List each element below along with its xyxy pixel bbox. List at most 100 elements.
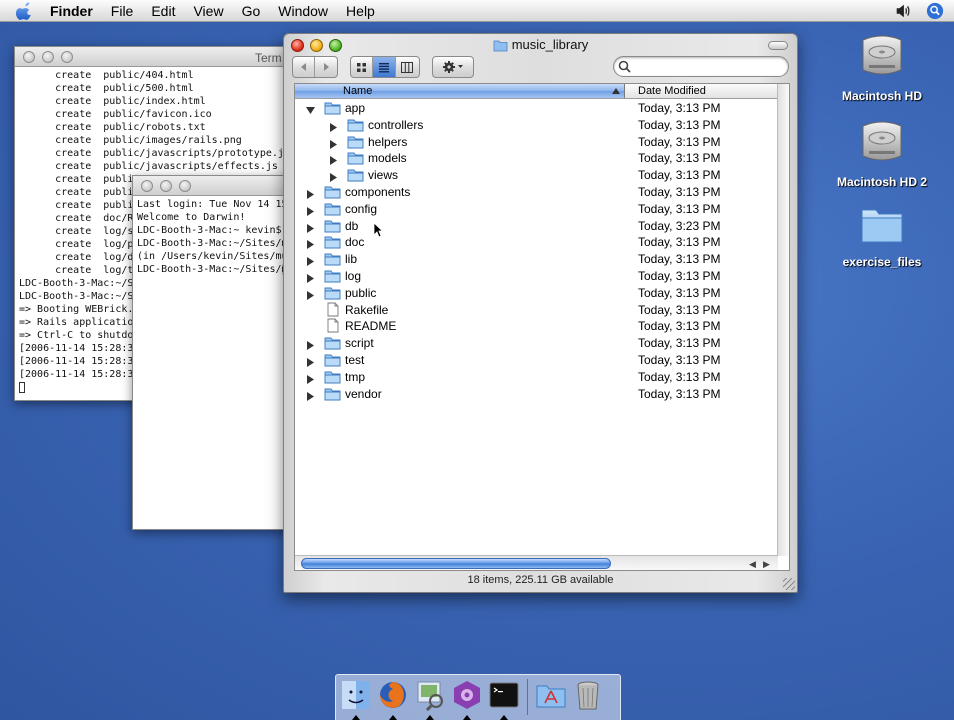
disclosure-triangle-closed-icon[interactable] xyxy=(306,373,315,384)
gear-icon xyxy=(443,61,463,73)
file-list-row[interactable]: helpers Today, 3:13 PM xyxy=(295,134,778,151)
disclosure-triangle-closed-icon[interactable] xyxy=(306,272,315,283)
finder-window[interactable]: music_library Name Date Modified app Tod… xyxy=(283,33,798,593)
zoom-button[interactable] xyxy=(179,180,191,192)
folder-icon xyxy=(324,285,341,300)
close-button[interactable] xyxy=(23,51,35,63)
disclosure-triangle-closed-icon[interactable] xyxy=(306,188,315,199)
minimize-button[interactable] xyxy=(42,51,54,63)
file-list-row[interactable]: models Today, 3:13 PM xyxy=(295,150,778,167)
terminal-titlebar[interactable]: Term xyxy=(15,47,303,67)
file-list-row[interactable]: config Today, 3:13 PM xyxy=(295,201,778,218)
desktop-icon-macintosh-hd[interactable]: Macintosh HD xyxy=(827,30,937,103)
horizontal-scrollbar[interactable]: ◀ ▶ xyxy=(295,555,778,570)
menu-go[interactable]: Go xyxy=(233,0,270,22)
menu-edit[interactable]: Edit xyxy=(142,0,184,22)
terminal-line: (in /Users/kevin/Sites/mus xyxy=(137,251,292,262)
file-list-row[interactable]: public Today, 3:13 PM xyxy=(295,285,778,302)
file-list[interactable]: Name Date Modified app Today, 3:13 PM cont… xyxy=(294,83,790,571)
document-icon xyxy=(324,318,341,333)
file-list-row[interactable]: controllers Today, 3:13 PM xyxy=(295,117,778,134)
dock-firefox[interactable] xyxy=(377,679,409,720)
action-menu-button[interactable] xyxy=(432,56,474,78)
disclosure-triangle-closed-icon[interactable] xyxy=(306,390,315,401)
menu-view[interactable]: View xyxy=(184,0,232,22)
file-list-row[interactable]: views Today, 3:13 PM xyxy=(295,167,778,184)
date-modified: Today, 3:13 PM xyxy=(638,235,721,250)
file-list-row[interactable]: components Today, 3:13 PM xyxy=(295,184,778,201)
scroll-thumb[interactable] xyxy=(301,558,611,569)
terminal-line: create public/javascripts/effects.js xyxy=(19,161,278,172)
file-list-row[interactable]: test Today, 3:13 PM xyxy=(295,352,778,369)
file-list-row[interactable]: doc Today, 3:13 PM xyxy=(295,234,778,251)
forward-arrow-icon xyxy=(324,63,329,71)
minimize-button[interactable] xyxy=(160,180,172,192)
desktop-icon-macintosh-hd-2[interactable]: Macintosh HD 2 xyxy=(827,116,937,189)
desktop-icon-label: Macintosh HD 2 xyxy=(836,175,927,189)
dock-finder[interactable] xyxy=(340,679,372,720)
dock-terminal[interactable] xyxy=(488,679,520,720)
finder-titlebar[interactable]: music_library xyxy=(284,34,797,56)
disclosure-triangle-closed-icon[interactable] xyxy=(329,171,338,183)
disclosure-triangle-closed-icon[interactable] xyxy=(306,356,315,367)
date-modified: Today, 3:23 PM xyxy=(638,218,721,233)
file-list-row[interactable]: lib Today, 3:13 PM xyxy=(295,251,778,268)
scroll-right-arrow-icon[interactable]: ▶ xyxy=(763,559,770,570)
disclosure-triangle-closed-icon[interactable] xyxy=(306,339,315,351)
dock-applications-folder[interactable] xyxy=(535,679,567,713)
disclosure-triangle-closed-icon[interactable] xyxy=(329,138,338,149)
menu-help[interactable]: Help xyxy=(337,0,384,22)
forward-button[interactable] xyxy=(315,57,337,77)
terminal-line: create public/index.html xyxy=(19,96,206,107)
icon-view-button[interactable] xyxy=(351,57,374,77)
file-list-row[interactable]: log Today, 3:13 PM xyxy=(295,268,778,285)
search-input[interactable] xyxy=(636,59,784,74)
resize-handle[interactable] xyxy=(783,578,795,590)
file-list-row[interactable]: db Today, 3:23 PM xyxy=(295,218,778,235)
disclosure-triangle-closed-icon[interactable] xyxy=(329,154,338,166)
desktop-icon-exercise-files[interactable]: exercise_files xyxy=(827,200,937,269)
column-view-button[interactable] xyxy=(396,57,419,77)
toolbar-toggle-button[interactable] xyxy=(768,41,788,50)
disclosure-triangle-closed-icon[interactable] xyxy=(306,222,315,233)
list-view-button[interactable] xyxy=(373,57,396,77)
back-button[interactable] xyxy=(293,57,316,77)
menu-finder[interactable]: Finder xyxy=(50,0,102,22)
dock-textmate[interactable] xyxy=(451,679,483,720)
file-list-row[interactable]: tmp Today, 3:13 PM xyxy=(295,369,778,386)
dock-trash[interactable] xyxy=(572,679,604,713)
terminal-window-front[interactable]: Last login: Tue Nov 14 15: Welcome to Dar… xyxy=(132,175,292,530)
terminal-output[interactable]: Last login: Tue Nov 14 15: Welcome to Dar… xyxy=(133,196,291,278)
zoom-button[interactable] xyxy=(61,51,73,63)
spotlight-icon[interactable] xyxy=(926,2,944,20)
menu-window[interactable]: Window xyxy=(269,0,337,22)
disclosure-triangle-closed-icon[interactable] xyxy=(306,238,315,250)
disclosure-triangle-closed-icon[interactable] xyxy=(306,289,315,300)
view-mode-control[interactable] xyxy=(350,56,420,78)
disclosure-triangle-closed-icon[interactable] xyxy=(306,255,315,267)
file-list-row[interactable]: script Today, 3:13 PM xyxy=(295,335,778,352)
menu-file[interactable]: File xyxy=(102,0,143,22)
disclosure-triangle-closed-icon[interactable] xyxy=(329,121,338,132)
file-list-row[interactable]: app Today, 3:13 PM xyxy=(295,100,778,117)
file-name: helpers xyxy=(368,134,408,149)
apple-menu-icon[interactable] xyxy=(16,1,34,20)
file-list-row[interactable]: vendor Today, 3:13 PM xyxy=(295,386,778,403)
vertical-scrollbar[interactable] xyxy=(777,84,789,556)
search-field[interactable] xyxy=(613,56,789,77)
terminal-titlebar[interactable] xyxy=(133,176,291,196)
dock-preview[interactable] xyxy=(414,679,446,720)
file-list-row[interactable]: Rakefile Today, 3:13 PM xyxy=(295,302,778,319)
list-view-icon xyxy=(379,62,390,72)
volume-icon[interactable] xyxy=(894,2,912,20)
file-list-row[interactable]: README Today, 3:13 PM xyxy=(295,318,778,335)
scroll-left-arrow-icon[interactable]: ◀ xyxy=(749,559,756,570)
column-header-date-modified[interactable]: Date Modified xyxy=(638,85,706,97)
date-modified: Today, 3:13 PM xyxy=(638,168,721,183)
disclosure-triangle-open-icon[interactable] xyxy=(306,104,315,114)
disclosure-triangle-closed-icon[interactable] xyxy=(306,205,315,216)
back-forward-control[interactable] xyxy=(292,56,338,78)
close-button[interactable] xyxy=(141,180,153,192)
preview-icon xyxy=(417,681,443,712)
column-header-name[interactable]: Name xyxy=(295,84,625,98)
